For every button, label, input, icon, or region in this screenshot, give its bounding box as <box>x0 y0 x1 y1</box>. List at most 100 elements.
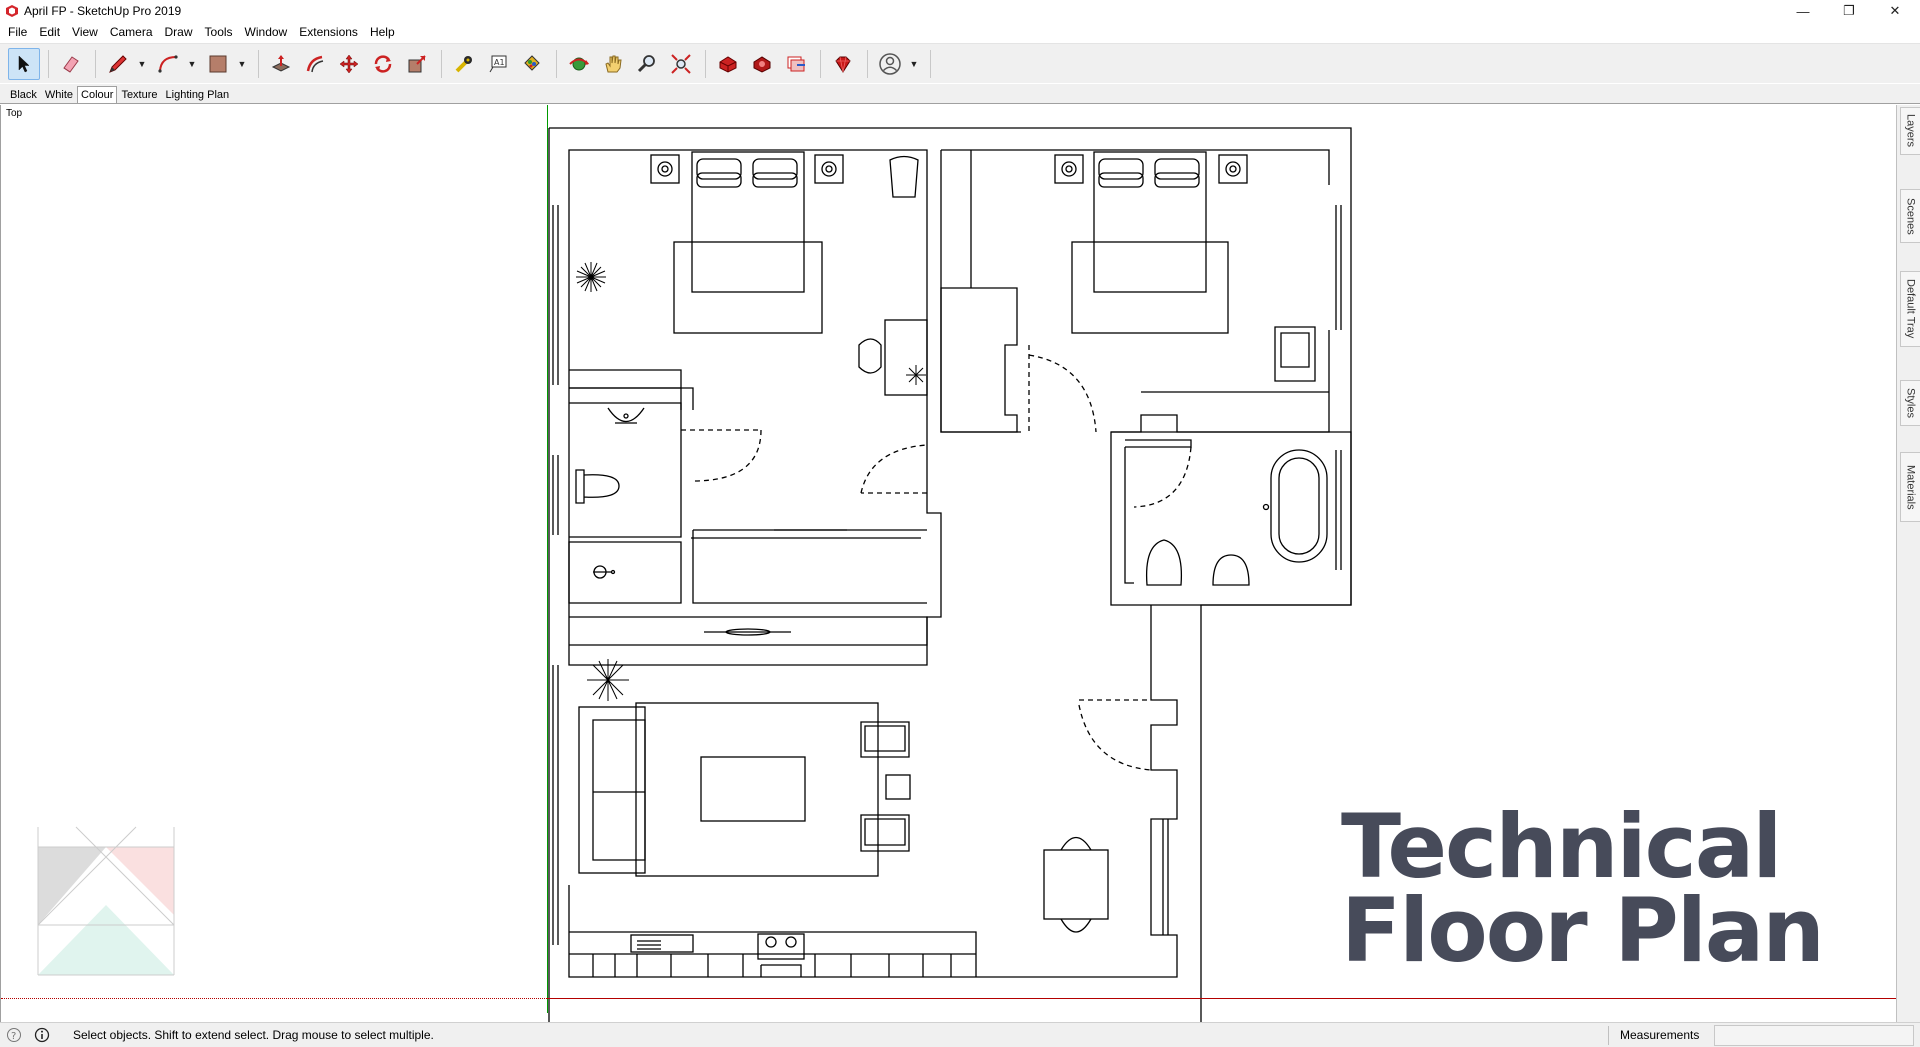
hand-icon <box>605 55 622 72</box>
scale-tool-button[interactable] <box>401 48 433 80</box>
zoom-tool-button[interactable] <box>631 48 663 80</box>
default-tray: Layers Scenes Default Tray Styles Materi… <box>1896 105 1920 1022</box>
tray-tab-label: Layers <box>1904 114 1917 148</box>
bed-frame <box>673 241 823 334</box>
toolbar-separator <box>48 49 49 78</box>
toolbar-separator <box>705 49 706 78</box>
offset-tool-button[interactable] <box>299 48 331 80</box>
scene-tab-texture[interactable]: Texture <box>117 86 161 103</box>
move-icon <box>339 54 359 73</box>
armchair <box>860 814 910 852</box>
arrow-cursor-icon <box>18 54 30 72</box>
rug <box>635 702 879 877</box>
menu-help[interactable]: Help <box>364 22 401 42</box>
eraser-tool-button[interactable] <box>55 48 87 80</box>
eraser-icon <box>63 55 79 73</box>
scene-tab-colour[interactable]: Colour <box>77 86 118 103</box>
menu-file[interactable]: File <box>2 22 33 42</box>
restore-button[interactable]: ❐ <box>1826 0 1872 22</box>
arc-tool-button[interactable] <box>152 48 184 80</box>
extension-warehouse-icon <box>753 55 771 73</box>
sofa-cushion <box>592 719 646 861</box>
geo-location-icon[interactable]: ? <box>6 1027 22 1043</box>
overlay-title-line2: Floor Plan <box>1341 879 1825 982</box>
sink-lines <box>637 940 661 950</box>
account-button[interactable] <box>874 48 906 80</box>
svg-text:A1: A1 <box>494 58 505 67</box>
status-separator <box>1608 1026 1609 1045</box>
push-pull-tool-button[interactable] <box>265 48 297 80</box>
rotate-tool-button[interactable] <box>367 48 399 80</box>
tray-tab-scenes[interactable]: Scenes <box>1900 189 1920 243</box>
coffee-table <box>700 756 806 822</box>
window-strip <box>1162 205 1342 935</box>
magnifier-icon <box>637 54 655 72</box>
menu-camera[interactable]: Camera <box>104 22 159 42</box>
orbit-icon <box>569 57 589 70</box>
desk <box>884 319 928 396</box>
scene-tab-lighting-plan[interactable]: Lighting Plan <box>162 86 234 103</box>
account-dropdown[interactable]: ▼ <box>908 48 920 80</box>
close-button[interactable]: ✕ <box>1872 0 1918 22</box>
scene-tabs-bar: Black White Colour Texture Lighting Plan <box>0 84 1920 104</box>
orbit-tool-button[interactable] <box>563 48 595 80</box>
nightstand <box>1054 154 1084 184</box>
partition-wall <box>569 616 928 646</box>
rectangle-tool-button[interactable] <box>202 48 234 80</box>
door-swing <box>1078 699 1152 771</box>
status-message: Select objects. Shift to extend select. … <box>73 1028 434 1042</box>
select-tool-button[interactable] <box>8 47 40 80</box>
measurements-input[interactable] <box>1714 1025 1914 1046</box>
zoom-extents-tool-button[interactable] <box>665 48 697 80</box>
tape-measure-tool-button[interactable] <box>448 48 480 80</box>
menu-extensions[interactable]: Extensions <box>293 22 364 42</box>
menu-draw[interactable]: Draw <box>159 22 199 42</box>
green-axis-line <box>547 105 548 1013</box>
text-icon: A1 <box>489 55 507 72</box>
tray-tab-layers[interactable]: Layers <box>1900 107 1920 155</box>
outer-wall <box>549 127 1352 1022</box>
toolbar-separator <box>95 49 96 78</box>
plant-symbol <box>587 659 629 701</box>
scene-tab-black[interactable]: Black <box>6 86 41 103</box>
extension-manager-button[interactable] <box>827 48 859 80</box>
tray-tab-styles[interactable]: Styles <box>1900 380 1920 426</box>
paint-bucket-icon <box>524 54 540 71</box>
zoom-extents-icon <box>671 53 691 74</box>
3d-warehouse-button[interactable] <box>712 48 744 80</box>
minimize-button[interactable]: — <box>1780 0 1826 22</box>
line-tool-dropdown[interactable]: ▼ <box>136 48 148 80</box>
wardrobe <box>569 369 682 389</box>
menu-tools[interactable]: Tools <box>199 22 239 42</box>
pillow <box>752 158 798 180</box>
arc-tool-dropdown[interactable]: ▼ <box>186 48 198 80</box>
pillow <box>1154 158 1200 180</box>
overlay-title-line1: Technical <box>1341 795 1782 898</box>
extension-warehouse-button[interactable] <box>746 48 778 80</box>
menu-window[interactable]: Window <box>239 22 294 42</box>
rectangle-icon <box>209 55 227 72</box>
tray-tab-default-tray[interactable]: Default Tray <box>1900 271 1920 347</box>
line-tool-button[interactable] <box>102 48 134 80</box>
paint-bucket-tool-button[interactable] <box>516 48 548 80</box>
menu-edit[interactable]: Edit <box>33 22 66 42</box>
ensuite-wall <box>568 541 682 604</box>
menu-view[interactable]: View <box>66 22 104 42</box>
measurements-label: Measurements <box>1620 1028 1700 1042</box>
move-tool-button[interactable] <box>333 48 365 80</box>
scene-tab-white[interactable]: White <box>41 86 77 103</box>
pillow <box>1098 172 1144 188</box>
send-to-layout-button[interactable] <box>780 48 812 80</box>
drawing-viewport[interactable]: Top Technical Floor Plan <box>0 105 1897 1022</box>
pan-tool-button[interactable] <box>597 48 629 80</box>
rectangle-tool-dropdown[interactable]: ▼ <box>236 48 248 80</box>
text-tool-button[interactable]: A1 <box>482 48 514 80</box>
warehouse-icon <box>719 55 737 73</box>
tray-tab-materials[interactable]: Materials <box>1900 452 1920 522</box>
armchair <box>860 721 910 758</box>
bathtub-inner <box>1278 457 1320 555</box>
nightstand <box>650 154 680 184</box>
armchair <box>1274 326 1316 382</box>
info-icon[interactable] <box>34 1027 50 1043</box>
pillow <box>752 172 798 188</box>
